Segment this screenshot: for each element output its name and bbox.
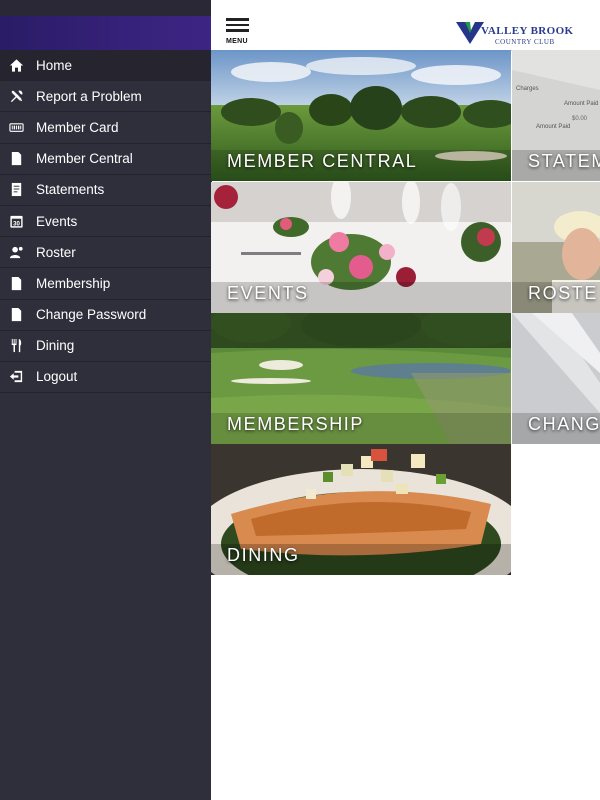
document-icon bbox=[8, 151, 24, 167]
tile-change-password[interactable]: CHANG bbox=[512, 313, 600, 444]
tile-roster[interactable]: ROSTE bbox=[512, 182, 600, 313]
tile-caption: MEMBERSHIP bbox=[227, 414, 365, 434]
status-strip bbox=[0, 0, 211, 16]
club-logo[interactable]: VALLEY BROOK COUNTRY CLUB bbox=[455, 19, 573, 46]
menu-label: MENU bbox=[226, 38, 248, 45]
paper-text: Amount Paid bbox=[564, 101, 598, 107]
paper-text: Charges bbox=[516, 86, 539, 92]
nav-item-member-card[interactable]: Member Card bbox=[0, 112, 211, 144]
nav-item-roster[interactable]: Roster bbox=[0, 237, 211, 269]
tiles-grid: MEMBER CENTRAL Charges Amount Paid $0.00… bbox=[211, 50, 600, 575]
nav-item-home[interactable]: Home bbox=[0, 50, 211, 82]
logout-icon bbox=[8, 369, 24, 385]
nav-item-membership[interactable]: Membership bbox=[0, 268, 211, 300]
nav-item-events[interactable]: 30 Events bbox=[0, 206, 211, 238]
nav-item-logout[interactable]: Logout bbox=[0, 362, 211, 394]
nav-label: Dining bbox=[36, 338, 75, 354]
nav-label: Logout bbox=[36, 369, 78, 385]
tile-caption: DINING bbox=[227, 545, 300, 565]
nav-label: Statements bbox=[36, 182, 105, 198]
tile-events[interactable]: EVENTS bbox=[211, 182, 511, 313]
tile-member-central[interactable]: MEMBER CENTRAL bbox=[211, 50, 511, 181]
utensils-icon bbox=[8, 338, 24, 354]
logo-title: VALLEY BROOK bbox=[481, 25, 574, 37]
nav-label: Home bbox=[36, 57, 73, 73]
content-area bbox=[211, 575, 600, 800]
tile-membership[interactable]: MEMBERSHIP bbox=[211, 313, 511, 444]
nav-label: Events bbox=[36, 213, 78, 229]
calendar-date: 30 bbox=[13, 220, 20, 227]
tile-dining[interactable]: DINING bbox=[211, 444, 511, 575]
tile-caption: STATEM bbox=[528, 151, 600, 171]
statement-icon bbox=[8, 182, 24, 198]
nav-item-statements[interactable]: Statements bbox=[0, 175, 211, 206]
nav-item-change-password[interactable]: Change Password bbox=[0, 300, 211, 331]
tile-caption: MEMBER CENTRAL bbox=[227, 151, 418, 171]
person-icon bbox=[8, 244, 24, 260]
nav-label: Member Card bbox=[36, 119, 119, 135]
tile-statements[interactable]: Charges Amount Paid $0.00 Amount Paid ST… bbox=[512, 50, 600, 181]
nav-label: Member Central bbox=[36, 151, 133, 167]
tools-icon bbox=[8, 88, 24, 104]
hamburger-icon bbox=[226, 18, 249, 21]
logo-subtitle: COUNTRY CLUB bbox=[495, 38, 555, 46]
nav-label: Change Password bbox=[36, 307, 147, 323]
tile-caption: ROSTE bbox=[528, 283, 599, 303]
calendar-icon: 30 bbox=[8, 213, 24, 229]
home-icon bbox=[8, 57, 24, 73]
hamburger-icon-bar bbox=[226, 29, 249, 32]
tile-caption: EVENTS bbox=[227, 283, 309, 303]
top-bar: MENU VALLEY BROOK COUNTRY CLUB bbox=[211, 0, 600, 51]
menu-button[interactable]: MENU bbox=[226, 18, 250, 46]
paper-text: Amount Paid bbox=[536, 124, 570, 130]
document-icon bbox=[8, 307, 24, 323]
nav-list: Home Report a Problem Member Card Member… bbox=[0, 50, 211, 394]
nav-label: Report a Problem bbox=[36, 88, 142, 104]
nav-item-report-problem[interactable]: Report a Problem bbox=[0, 81, 211, 113]
navigation-drawer: Home Report a Problem Member Card Member… bbox=[0, 0, 212, 800]
drawer-header bbox=[0, 16, 211, 50]
document-icon bbox=[8, 275, 24, 291]
nav-item-dining[interactable]: Dining bbox=[0, 331, 211, 362]
nav-item-member-central[interactable]: Member Central bbox=[0, 144, 211, 175]
paper-text: $0.00 bbox=[572, 116, 588, 122]
nav-label: Membership bbox=[36, 275, 111, 291]
nav-label: Roster bbox=[36, 244, 76, 260]
hamburger-icon-bar bbox=[226, 23, 249, 26]
barcode-icon bbox=[8, 119, 24, 135]
tile-caption: CHANG bbox=[528, 414, 600, 434]
